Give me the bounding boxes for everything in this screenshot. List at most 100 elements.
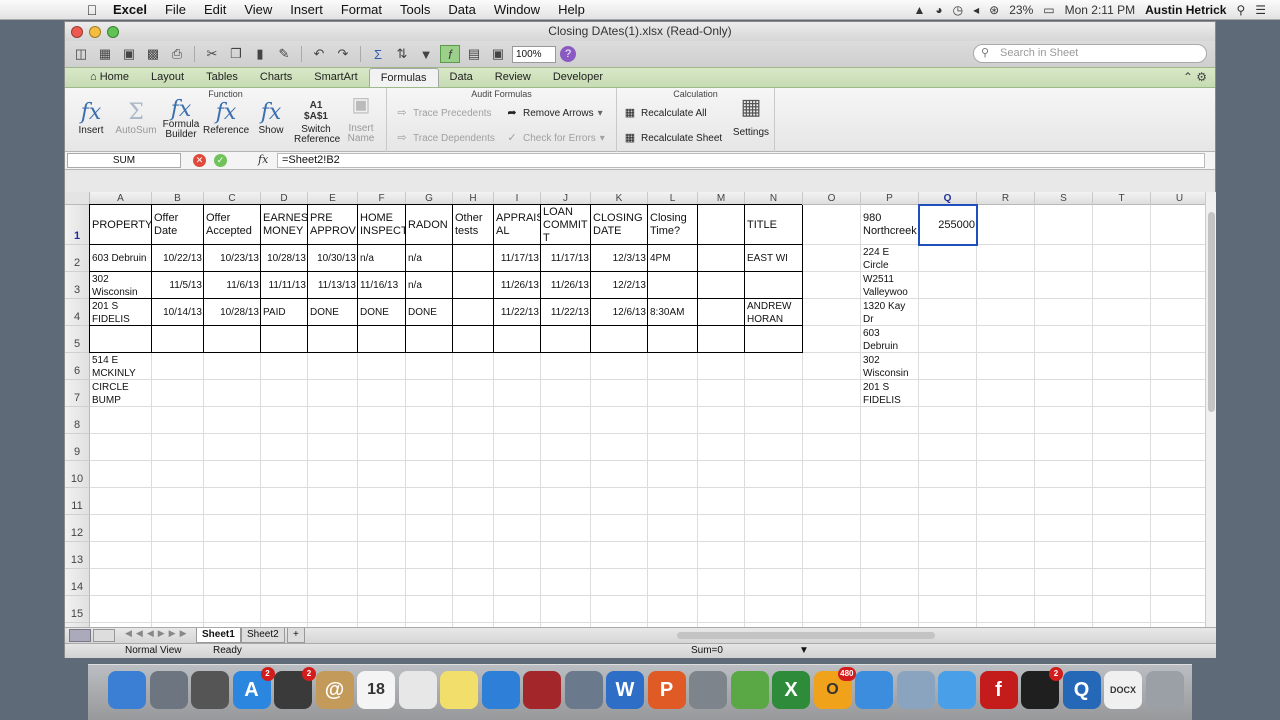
confirm-entry-icon[interactable]: ✓ [214,154,227,167]
dock-trash-icon[interactable] [1145,671,1184,709]
select-all-corner[interactable] [65,192,90,205]
menu-data[interactable]: Data [439,2,484,17]
cell-k4[interactable]: 12/6/13 [591,299,648,326]
cell-m4[interactable]: ANDREW HORAN [745,299,803,326]
dock-document-icon[interactable]: DOCX [1104,671,1142,709]
tab-home[interactable]: ⌂ Home [79,68,140,87]
cell-i4[interactable]: 11/22/13 [494,299,541,326]
normal-view-button[interactable] [69,629,91,642]
menu-tools[interactable]: Tools [391,2,439,17]
cancel-entry-icon[interactable]: ✕ [193,154,206,167]
row-header-14[interactable]: 14 [65,569,90,596]
cell-o5[interactable]: 603 Debruin [861,326,919,353]
cell-a1[interactable]: PROPERTY [90,205,152,245]
sheet-tab-sheet2[interactable]: Sheet2 [241,628,285,643]
row-header-5[interactable]: 5 [65,326,90,353]
dock-launchpad-icon[interactable] [149,671,188,709]
cell-i2[interactable]: 11/17/13 [494,245,541,272]
page-layout-view-button[interactable] [93,629,115,642]
zoom-window-button[interactable] [107,26,119,38]
cell-l4[interactable]: 8:30AM [648,299,698,326]
cell-e3[interactable]: 11/13/13 [308,272,358,299]
reference-button[interactable]: fx Reference [203,100,249,136]
apple-icon[interactable]:  [80,2,104,18]
row-header-4[interactable]: 4 [65,299,90,326]
save-icon[interactable]: ▩ [143,45,163,63]
cell-a6[interactable]: 514 E MCKINLY [90,353,152,380]
cell-h1[interactable]: Other tests [453,205,494,245]
cell-a4[interactable]: 201 S FIDELIS [90,299,152,326]
chevron-down-icon[interactable]: ▼ [799,644,809,658]
minimize-window-button[interactable] [89,26,101,38]
formula-builder-toggle-icon[interactable]: f [440,45,460,63]
paste-icon[interactable]: ▮ [250,45,270,63]
dock-app-store-icon[interactable]: A2 [232,667,275,709]
tab-smartart[interactable]: SmartArt [303,68,368,87]
cell-i1[interactable]: APPRAIS AL [494,205,541,245]
cell-d2[interactable]: 10/28/13 [261,245,308,272]
new-icon[interactable]: ◫ [71,45,91,63]
row-header-15[interactable]: 15 [65,596,90,623]
print-icon[interactable]: ⎙ [167,45,187,63]
cell-d3[interactable]: 11/11/13 [261,272,308,299]
name-box[interactable]: SUM [67,153,181,168]
cell-m2[interactable]: EAST WI [745,245,803,272]
tab-developer[interactable]: Developer [542,68,614,87]
filter-icon[interactable]: ▼ [416,45,436,63]
cut-icon[interactable]: ✂ [202,45,222,63]
cell-m1[interactable]: TITLE [745,205,803,245]
row-header-7[interactable]: 7 [65,380,90,407]
row-header-6[interactable]: 6 [65,353,90,380]
dock-safari-icon[interactable] [855,671,893,709]
cell-k2[interactable]: 12/3/13 [591,245,648,272]
horizontal-scroll-thumb[interactable] [677,632,935,639]
menu-insert[interactable]: Insert [281,2,332,17]
row-header-12[interactable]: 12 [65,515,90,542]
column-header-u[interactable]: U [1151,192,1205,205]
cell-o6[interactable]: 302 Wisconsin [861,353,919,380]
column-header-o[interactable]: O [803,192,861,205]
tab-charts[interactable]: Charts [249,68,303,87]
trace-precedents-button[interactable]: ⇨ Trace Precedents [395,106,491,120]
tab-tables[interactable]: Tables [195,68,249,87]
spotlight-icon[interactable]: ⚲ [1236,3,1245,17]
tab-formulas[interactable]: Formulas [368,68,439,87]
sum-display[interactable]: Sum=0 [691,644,723,658]
cell-a3[interactable]: 302 Wisconsin [90,272,152,299]
cell-d4[interactable]: PAID [261,299,308,326]
cell-b4[interactable]: 10/14/13 [152,299,204,326]
dock-finder-icon[interactable] [108,671,146,709]
formula-input[interactable]: =Sheet2!B2 [277,153,1205,168]
cell-f4[interactable]: DONE [358,299,406,326]
cell-f1[interactable]: HOME INSPECT [358,205,406,245]
row-header-9[interactable]: 9 [65,434,90,461]
dock-word-icon[interactable]: W [606,671,644,709]
cell-k3[interactable]: 12/2/13 [591,272,648,299]
formula-builder-button[interactable]: fx Formula Builder [161,99,201,140]
cell-b3[interactable]: 11/5/13 [152,272,204,299]
row-header-1[interactable]: 1 [65,205,90,245]
time-machine-icon[interactable]: ◷ [953,3,963,17]
row-header-2[interactable]: 2 [65,245,90,272]
cell-g1[interactable]: RADON [406,205,453,245]
battery-icon[interactable]: ▭ [1043,3,1054,17]
menu-window[interactable]: Window [485,2,549,17]
check-for-errors-button[interactable]: ✓ Check for Errors ▾ [505,131,604,145]
copy-icon[interactable]: ❐ [226,45,246,63]
fx-icon[interactable]: fx [258,153,268,166]
vertical-scrollbar[interactable] [1205,192,1216,644]
cell-c4[interactable]: 10/28/13 [204,299,261,326]
dock-calendar-icon[interactable]: 18 [357,671,395,709]
cell-c2[interactable]: 10/23/13 [204,245,261,272]
row-header-10[interactable]: 10 [65,461,90,488]
active-cell[interactable] [918,204,978,246]
dock-preview-icon[interactable] [896,671,935,709]
dock-itunes-icon[interactable] [481,671,520,709]
close-window-button[interactable] [71,26,83,38]
dock-excel-icon[interactable]: X [772,671,810,709]
cell-o1[interactable]: 980 Northcreek [861,205,919,245]
cell-l1[interactable]: Closing Time? [648,205,698,245]
cell-e1[interactable]: PRE APPROV [308,205,358,245]
wifi-icon[interactable]: ◕ [935,3,942,17]
menu-file[interactable]: File [156,2,195,17]
